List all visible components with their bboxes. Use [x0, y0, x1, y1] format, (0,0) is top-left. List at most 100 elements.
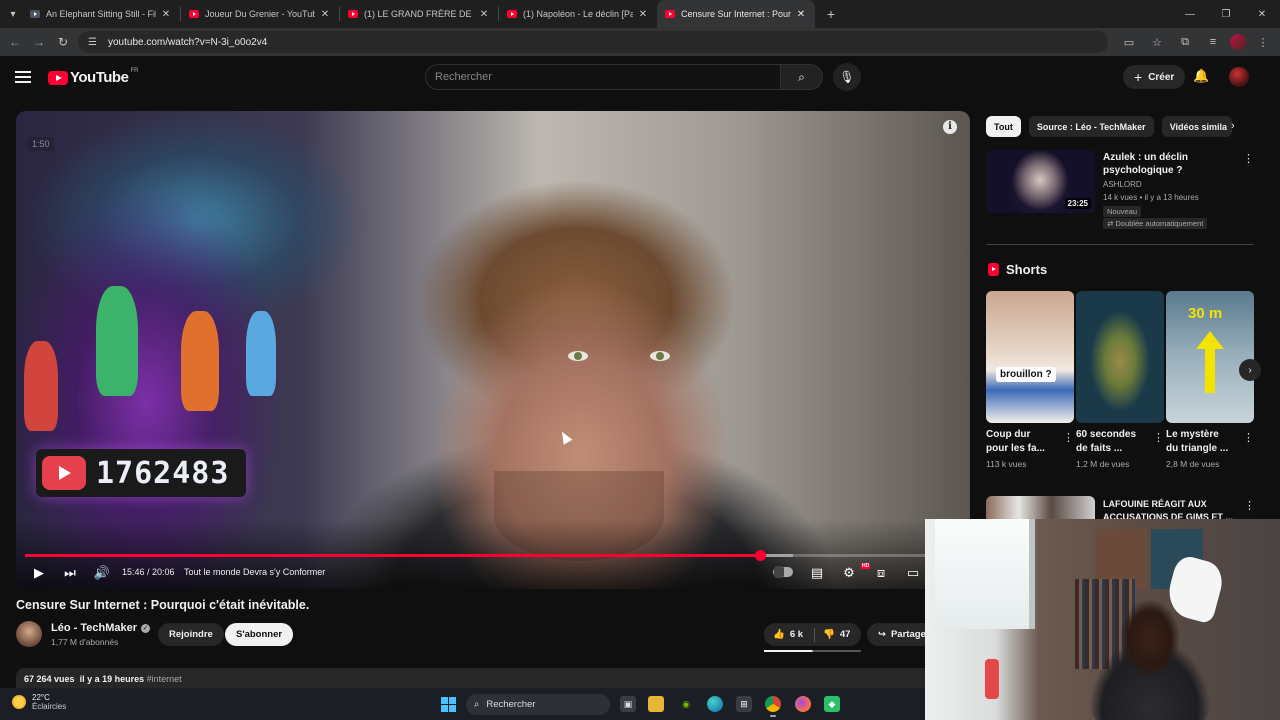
weather-widget[interactable]: 22°C Éclaircies [12, 693, 66, 711]
restore-icon[interactable]: ❐ [1208, 9, 1244, 20]
voice-search-button[interactable]: 🎙 [833, 63, 861, 91]
short-thumbnail[interactable]: 30 m [1166, 291, 1254, 423]
subtitles-icon[interactable]: ▤ [809, 564, 825, 582]
channel-name[interactable]: Léo - TechMaker [51, 622, 137, 634]
short-item[interactable]: brouillon ? Coup dur pour les fa... 113 k… [986, 291, 1074, 469]
browser-tab-5-active[interactable]: Censure Sur Internet : Pourquo ✕ [657, 0, 815, 28]
chip-all[interactable]: Tout [986, 116, 1021, 137]
shorts-next-button[interactable]: › [1239, 359, 1261, 381]
volume-icon[interactable]: 🔊 [94, 564, 110, 582]
title-line: Coup dur [986, 429, 1031, 440]
like-button[interactable]: 👍 6 k [764, 629, 814, 640]
more-options-icon[interactable]: ⋮ [1243, 431, 1254, 444]
site-info-icon[interactable]: ☰ [88, 37, 100, 48]
close-tab-icon[interactable]: ✕ [795, 9, 807, 20]
dub-label: Doublée automatiquement [1115, 219, 1204, 228]
file-explorer-icon[interactable] [648, 696, 664, 712]
close-tab-icon[interactable]: ✕ [637, 9, 649, 20]
browser-tab-1[interactable]: An Elephant Sitting Still - Film ( ✕ [22, 0, 180, 28]
minimize-icon[interactable]: — [1172, 9, 1208, 20]
chip-source[interactable]: Source : Léo - TechMaker [1028, 116, 1154, 137]
title-line: du triangle ... [1166, 443, 1229, 454]
autoplay-toggle[interactable] [773, 566, 793, 578]
chevron-right-icon[interactable]: › [1231, 120, 1235, 132]
notifications-bell-icon[interactable]: 🔔 [1193, 68, 1209, 84]
firefox-icon[interactable] [795, 696, 811, 712]
video-title: Censure Sur Internet : Pourquoi c'était … [16, 598, 310, 612]
screen: ▾ An Elephant Sitting Still - Film ( ✕ J… [0, 0, 1280, 720]
video-thumbnail[interactable]: 23:25 [986, 150, 1095, 213]
hashtag-link[interactable]: #internet [147, 674, 182, 684]
title-line: LAFOUINE RÉAGIT AUX [1103, 499, 1207, 509]
bookmark-star-icon[interactable]: ☆ [1146, 32, 1168, 52]
close-tab-icon[interactable]: ✕ [319, 9, 331, 20]
short-thumbnail[interactable]: brouillon ? [986, 291, 1074, 423]
more-options-icon[interactable]: ⋮ [1153, 431, 1164, 444]
channel-avatar[interactable] [16, 621, 42, 647]
shorts-icon [988, 263, 999, 276]
weather-text: 22°C Éclaircies [32, 693, 66, 711]
search-button[interactable]: ⌕ [781, 64, 823, 90]
video-duration: 23:25 [1064, 198, 1091, 209]
close-tab-icon[interactable]: ✕ [478, 9, 490, 20]
settings-gear-icon[interactable]: ⚙ [841, 564, 857, 582]
create-button[interactable]: + Créer [1123, 65, 1186, 89]
play-icon[interactable]: ▶ [32, 564, 46, 582]
youtube-logo[interactable]: YouTube FR [48, 68, 138, 86]
scrubber-handle[interactable] [754, 550, 766, 561]
app-green-icon[interactable]: ◆ [824, 696, 840, 712]
extensions-icon[interactable]: ⧉ [1174, 32, 1196, 52]
back-icon[interactable]: ← [3, 35, 27, 49]
video-player[interactable]: 1762483 1:50 i ▶ ⏭ 🔊 15:46 / 20:06 Tout … [16, 111, 970, 589]
chapter-title[interactable]: Tout le monde Devra s'y Conformer [184, 567, 325, 577]
verified-check-icon: ✓ [141, 623, 150, 633]
account-avatar[interactable] [1229, 67, 1249, 87]
tab-search-icon[interactable]: ▾ [4, 5, 22, 23]
new-tab-icon[interactable]: + [821, 6, 841, 22]
info-icon[interactable]: i [943, 120, 957, 134]
chip-similar[interactable]: Vidéos simila [1161, 116, 1232, 137]
progress-bar[interactable] [25, 550, 961, 561]
browser-tab-4[interactable]: (1) Napoléon - Le déclin [Partie ✕ [499, 0, 657, 28]
shorts-label: Shorts [1006, 262, 1048, 277]
join-button[interactable]: Rejoindre [158, 623, 224, 646]
search-input[interactable] [435, 71, 780, 83]
recommended-video[interactable]: 23:25 Azulek : un déclin psychologique ?… [986, 150, 1256, 230]
more-options-icon[interactable]: ⋮ [1243, 152, 1254, 165]
theater-mode-icon[interactable]: ▭ [905, 564, 921, 582]
hd-badge: HD [861, 563, 871, 569]
forward-icon[interactable]: → [27, 35, 51, 49]
recommended-title[interactable]: Azulek : un déclin psychologique ? [1103, 151, 1238, 177]
close-window-icon[interactable]: ✕ [1244, 9, 1280, 20]
chrome-icon[interactable] [765, 696, 781, 717]
task-view-icon[interactable]: ▣ [620, 696, 636, 712]
profile-avatar-icon[interactable] [1230, 34, 1246, 50]
dislike-button[interactable]: 👎 47 [815, 629, 850, 640]
reload-icon[interactable]: ↻ [51, 35, 75, 49]
close-tab-icon[interactable]: ✕ [160, 9, 172, 20]
short-thumbnail[interactable] [1076, 291, 1164, 423]
cast-icon[interactable]: ▭ [1118, 32, 1140, 52]
more-options-icon[interactable]: ⋮ [1244, 499, 1255, 512]
next-icon[interactable]: ⏭ [63, 564, 77, 582]
address-bar[interactable]: ☰ youtube.com/watch?v=N-3i_o0o2v4 [78, 31, 1108, 53]
browser-tab-3[interactable]: (1) LE GRAND FRÈRE DE BAKI D ✕ [340, 0, 498, 28]
recommended-channel[interactable]: ASHLORD [1103, 180, 1142, 189]
miniplayer-icon[interactable]: ⧈ [873, 564, 889, 582]
short-item[interactable]: 30 m Le mystère du triangle ... 2,8 M de … [1166, 291, 1254, 469]
windows-start-icon[interactable] [441, 697, 456, 712]
nvidia-icon[interactable]: ◉ [678, 696, 694, 712]
subscribe-button[interactable]: S'abonner [225, 623, 294, 646]
temperature: 22°C [32, 693, 50, 702]
edge-icon[interactable] [707, 696, 723, 712]
taskbar-search[interactable]: ⌕ Rechercher [466, 694, 610, 715]
store-icon[interactable]: ⊞ [736, 696, 752, 712]
reading-list-icon[interactable]: ≡ [1202, 32, 1224, 52]
hamburger-menu-icon[interactable] [15, 71, 31, 83]
browser-tab-2[interactable]: Joueur Du Grenier - YouTube ✕ [181, 0, 339, 28]
browser-menu-icon[interactable]: ⋮ [1252, 32, 1274, 52]
channel-name-row[interactable]: Léo - TechMaker ✓ [51, 622, 150, 634]
more-options-icon[interactable]: ⋮ [1063, 431, 1074, 444]
short-item[interactable]: 60 secondes de faits ... 1,2 M de vues ⋮ [1076, 291, 1164, 469]
youtube-favicon-icon [507, 10, 517, 18]
